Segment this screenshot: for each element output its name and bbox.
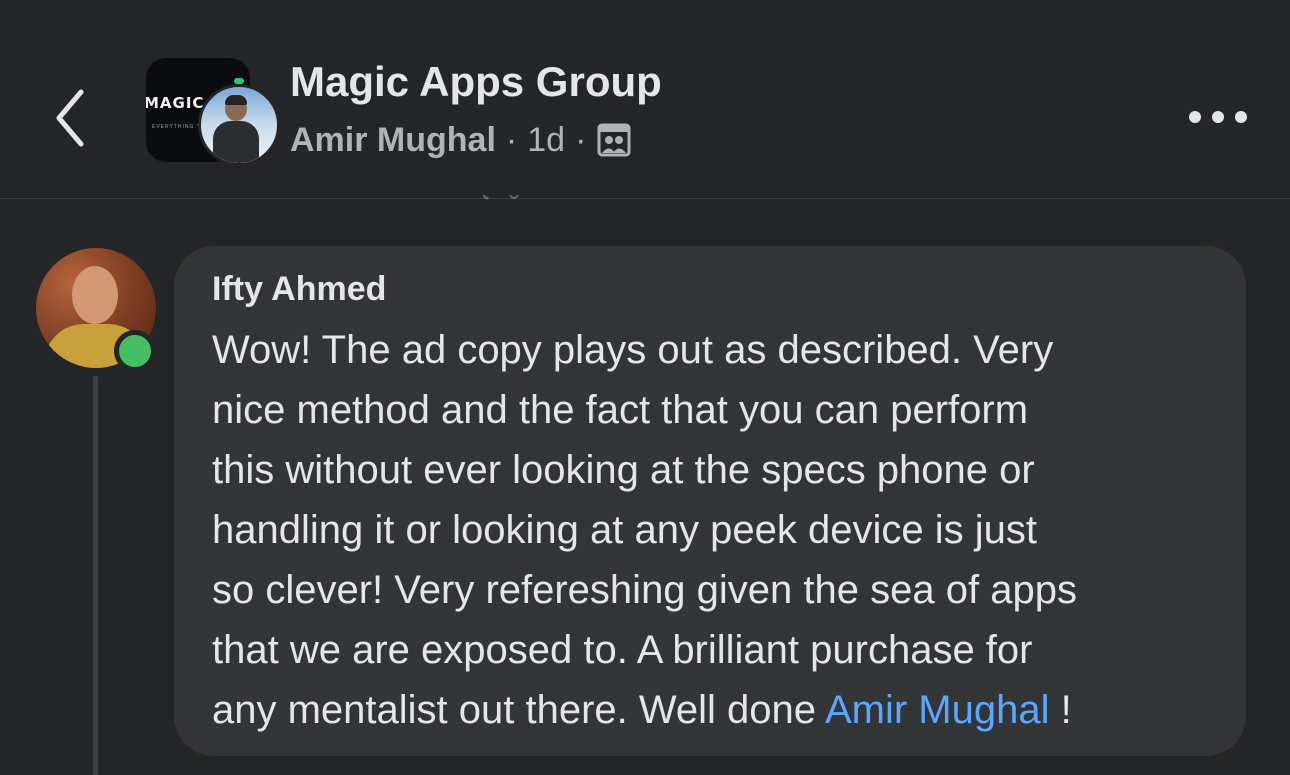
post-meta: Amir Mughal · 1d ·: [290, 118, 632, 162]
group-name[interactable]: Magic Apps Group: [290, 58, 662, 106]
post-time[interactable]: 1d: [527, 121, 565, 160]
avatar-figure-body: [213, 121, 259, 163]
comment-line-tail: !: [1049, 688, 1072, 732]
comment-screen: MAGIC EVERYTHING YOU Magic Apps Group Am…: [0, 0, 1290, 775]
author-avatar[interactable]: [198, 84, 280, 166]
comment-line: nice method and the fact that you can pe…: [212, 388, 1029, 432]
comment-line: so clever! Very refereshing given the se…: [212, 568, 1077, 612]
meta-separator: ·: [575, 120, 587, 159]
thread-line: [93, 376, 98, 775]
comment-line: this without ever looking at the specs p…: [212, 448, 1035, 492]
more-dots-icon: [1189, 111, 1247, 123]
online-status-indicator: [114, 330, 156, 372]
avatar-face: [72, 266, 118, 324]
comment-line: Wow! The ad copy plays out as described.…: [212, 328, 1054, 372]
avatar-figure-hair: [225, 95, 247, 105]
comment-text: Wow! The ad copy plays out as described.…: [212, 320, 1222, 740]
post-header: MAGIC EVERYTHING YOU Magic Apps Group Am…: [0, 0, 1290, 199]
group-logo-text: MAGIC: [146, 94, 205, 112]
chevron-left-icon: [56, 89, 84, 147]
clipped-content-hint: [440, 192, 560, 202]
commenter-name[interactable]: Ifty Ahmed: [212, 270, 386, 309]
comment-line: any mentalist out there. Well done: [212, 688, 825, 732]
post-author[interactable]: Amir Mughal: [290, 121, 496, 160]
comment-line-last: any mentalist out there. Well done Amir …: [212, 680, 1222, 740]
meta-separator: ·: [505, 120, 518, 159]
mention-link[interactable]: Amir Mughal: [825, 688, 1050, 732]
group-members-icon: [596, 122, 632, 158]
comment-line: handling it or looking at any peek devic…: [212, 508, 1037, 552]
comment-line: that we are exposed to. A brilliant purc…: [212, 628, 1033, 672]
more-options-button[interactable]: [1180, 92, 1256, 142]
back-button[interactable]: [40, 80, 100, 156]
